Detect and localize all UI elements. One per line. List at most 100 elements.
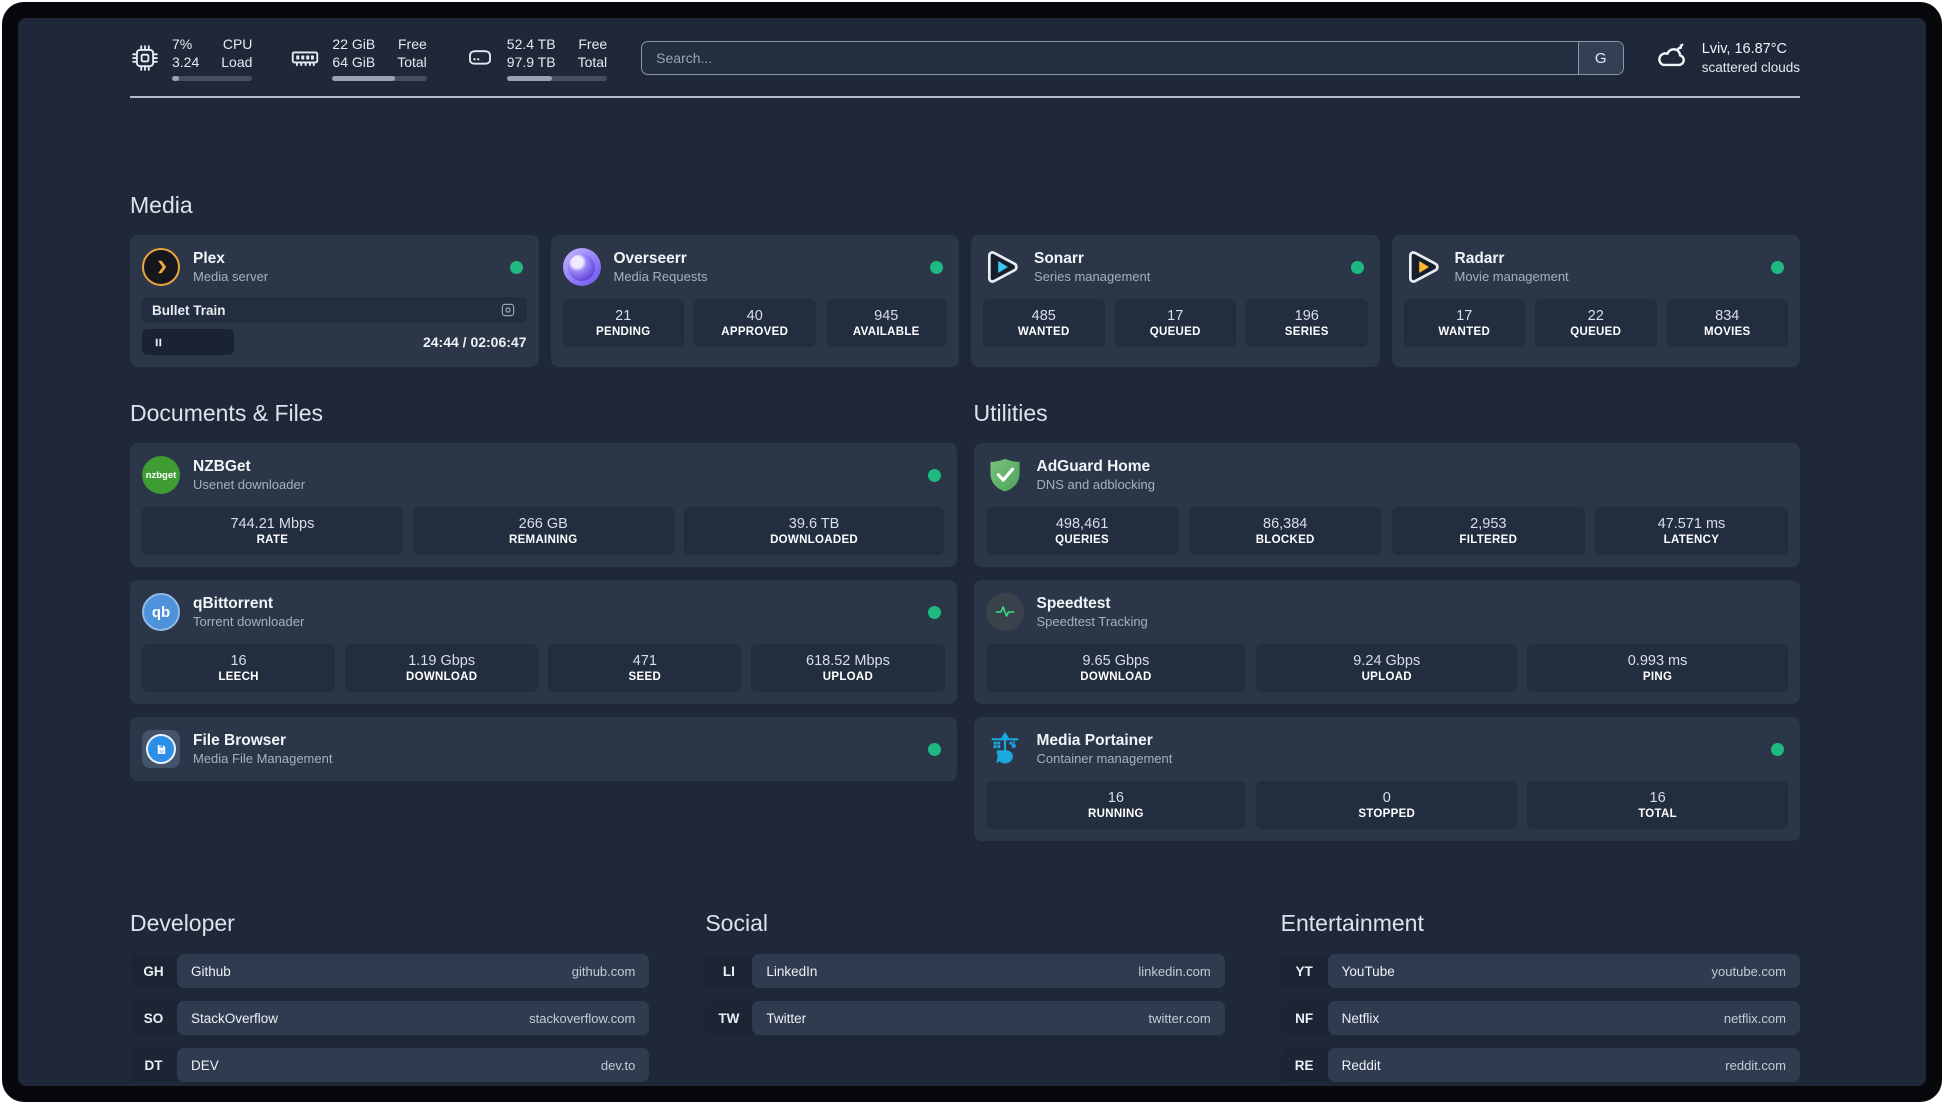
status-indicator <box>930 260 943 274</box>
stat-value: 0.993 ms <box>1627 653 1688 669</box>
stat-value: 86,384 <box>1263 516 1308 532</box>
link-url: linkedin.com <box>1138 963 1211 979</box>
app-name: Sonarr <box>1034 250 1084 267</box>
search-input[interactable] <box>642 42 1578 74</box>
stat-value: 744.21 Mbps <box>230 516 315 532</box>
stat-label: QUEUED <box>1149 326 1201 338</box>
stat-label: Free <box>578 36 608 52</box>
stat-label: SERIES <box>1284 326 1329 338</box>
app-subtitle: Media Requests <box>613 269 708 284</box>
stat-value: 40 <box>746 308 763 324</box>
stat-label: Total <box>577 54 608 70</box>
app-card-sonarr[interactable]: Sonarr Series management 485 WANTED 17 QUEUED… <box>971 235 1380 367</box>
app-card-plex[interactable]: Plex Media server Bullet Train 24:44 / 02:0… <box>130 235 539 367</box>
app-card-speedtest[interactable]: Speedtest Speedtest Tracking 9.65 Gbps DOWN… <box>973 580 1800 704</box>
stat-value: 471 <box>632 653 657 669</box>
app-subtitle: Movie management <box>1454 269 1569 284</box>
app-card-adguard-home[interactable]: AdGuard Home DNS and adblocking 498,461 QUE… <box>973 443 1800 567</box>
app-name: qBittorrent <box>193 595 274 612</box>
stat-value: 498,461 <box>1055 516 1109 532</box>
stat-value: 39.6 TB <box>788 516 840 532</box>
stat-box-pending: 21 PENDING <box>562 299 684 347</box>
stat-label: LATENCY <box>1663 534 1720 546</box>
stat-value: 21 <box>615 308 632 324</box>
disk-icon <box>465 43 495 73</box>
app-name: File Browser <box>193 732 287 749</box>
status-indicator <box>509 260 523 274</box>
link-linkedin[interactable]: LI LinkedIn linkedin.com <box>705 954 1225 988</box>
link-url: reddit.com <box>1725 1057 1786 1073</box>
link-url: stackoverflow.com <box>529 1010 636 1026</box>
usage-progress-bar <box>506 76 608 81</box>
stat-label: STOPPED <box>1358 808 1416 820</box>
stat-value: 16 <box>230 653 247 669</box>
app-name: Plex <box>193 250 225 267</box>
stat-box-upload: 9.24 Gbps UPLOAD <box>1256 644 1518 692</box>
link-twitter[interactable]: TW Twitter twitter.com <box>705 1001 1225 1035</box>
stat-label: PING <box>1642 671 1673 683</box>
stat-value: 1.19 Gbps <box>408 653 476 669</box>
stat-label: QUERIES <box>1055 534 1109 546</box>
stat-label: Free <box>398 36 427 52</box>
stat-label: TOTAL <box>1638 808 1677 820</box>
usage-progress-bar <box>172 76 253 81</box>
window-frame: 7% 3.24 CPU Load 22 GiB 64 GiB Free Total 52.4 T… <box>2 2 1942 1102</box>
app-card-file-browser[interactable]: File Browser Media File Management <box>130 717 957 781</box>
stat-label: MOVIES <box>1703 326 1751 338</box>
link-abbreviation: SO <box>143 1010 164 1026</box>
stat-value: 485 <box>1031 308 1056 324</box>
stat-box-seed: 471 SEED <box>548 644 742 692</box>
link-github[interactable]: GH Github github.com <box>130 954 650 988</box>
plex-icon <box>142 248 180 286</box>
stat-label: AVAILABLE <box>852 326 920 338</box>
section-developer: Developer GH Github github.com SO StackOverfl… <box>130 910 650 1086</box>
pause-icon <box>152 336 165 349</box>
app-card-qbittorrent[interactable]: qb qBittorrent Torrent downloader 16 LEECH 1.… <box>130 580 957 704</box>
app-subtitle: Media server <box>193 269 269 284</box>
stat-label: DOWNLOAD <box>405 671 478 683</box>
app-subtitle: Series management <box>1034 269 1151 284</box>
search-engine-button[interactable]: G <box>1577 42 1623 74</box>
section-title: Entertainment <box>1280 910 1424 936</box>
link-dev[interactable]: DT DEV dev.to <box>130 1048 650 1082</box>
section-title: Utilities <box>973 400 1048 426</box>
stat-box-wanted: 17 WANTED <box>1403 299 1525 347</box>
link-abbreviation: YT <box>1295 963 1313 979</box>
link-youtube[interactable]: YT YouTube youtube.com <box>1280 954 1800 988</box>
system-stats-widget: 7% 3.24 CPU Load 22 GiB 64 GiB Free Total 52.4 T… <box>130 35 608 81</box>
pause-button[interactable] <box>142 329 234 355</box>
stat-value: 16 <box>1649 790 1666 806</box>
app-card-overseerr[interactable]: Overseerr Media Requests 21 PENDING 40 APPROV… <box>550 235 959 367</box>
link-abbreviation: DT <box>144 1057 163 1073</box>
cloud-icon <box>1654 40 1690 76</box>
stat-label: WANTED <box>1017 326 1070 338</box>
app-card-radarr[interactable]: Radarr Movie management 17 WANTED 22 QUEUED 83… <box>1391 235 1800 367</box>
section-social: Social LI LinkedIn linkedin.com TW Twitter twi… <box>705 910 1225 1086</box>
status-indicator <box>927 468 941 482</box>
player-screen-icon[interactable] <box>499 301 517 319</box>
link-netflix[interactable]: NF Netflix netflix.com <box>1280 1001 1800 1035</box>
stat-label: BLOCKED <box>1255 534 1315 546</box>
app-subtitle: Usenet downloader <box>193 477 306 492</box>
link-reddit[interactable]: RE Reddit reddit.com <box>1280 1048 1800 1082</box>
stat-box-running: 16 RUNNING <box>985 781 1247 829</box>
sonarr-icon <box>983 248 1021 286</box>
stat-box-latency: 47.571 ms LATENCY <box>1594 507 1788 555</box>
link-name: DEV <box>191 1057 219 1073</box>
stat-value: 7% <box>172 36 193 52</box>
stat-label: CPU <box>222 36 253 52</box>
stat-box-filtered: 2,953 FILTERED <box>1391 507 1585 555</box>
app-card-nzbget[interactable]: nzbget NZBGet Usenet downloader 744.21 Mbps… <box>130 443 957 567</box>
nzbget-icon: nzbget <box>142 456 180 494</box>
stat-value: 9.65 Gbps <box>1082 653 1150 669</box>
adguard-icon <box>986 456 1024 494</box>
stat-box-approved: 40 APPROVED <box>694 299 816 347</box>
app-subtitle: Speedtest Tracking <box>1036 614 1148 629</box>
link-stackoverflow[interactable]: SO StackOverflow stackoverflow.com <box>130 1001 650 1035</box>
app-subtitle: DNS and adblocking <box>1036 477 1156 492</box>
memory-icon <box>290 43 320 73</box>
app-card-media-portainer[interactable]: Media Portainer Container management 16 RUN… <box>973 717 1800 841</box>
link-abbreviation: RE <box>1294 1057 1314 1073</box>
stat-value: 22 <box>1587 308 1604 324</box>
weather-condition: scattered clouds <box>1701 60 1800 75</box>
